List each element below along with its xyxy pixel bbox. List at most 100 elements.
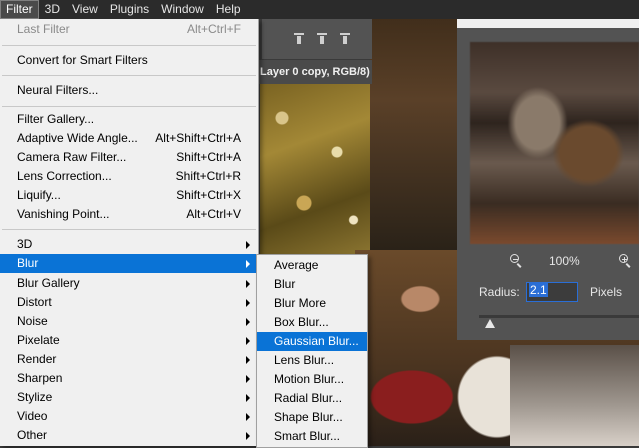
menu-item-last-filter[interactable]: Last Filter Alt+Ctrl+F [0, 20, 258, 39]
menu-item-3d[interactable]: 3D [0, 235, 258, 254]
menu-item-shortcut: Alt+Shift+Ctrl+A [155, 131, 241, 145]
submenu-item-box-blur[interactable]: Box Blur... [257, 313, 367, 332]
menu-item-render[interactable]: Render [0, 350, 258, 369]
submenu-item-label: Box Blur... [274, 315, 329, 329]
menu-item-sharpen[interactable]: Sharpen [0, 369, 258, 388]
menu-window[interactable]: Window [155, 0, 210, 19]
submenu-item-label: Blur More [274, 296, 327, 310]
menu-item-shortcut: Shift+Ctrl+A [176, 150, 241, 164]
menu-bar: Filter 3D View Plugins Window Help [0, 0, 639, 19]
menu-item-convert-smart-filters[interactable]: Convert for Smart Filters [0, 51, 258, 70]
blur-preview[interactable] [470, 42, 639, 244]
menu-item-lens-correction[interactable]: Lens Correction... Shift+Ctrl+R [0, 167, 258, 186]
radius-slider-track[interactable] [479, 315, 639, 318]
submenu-item-blur-more[interactable]: Blur More [257, 294, 367, 313]
document-tab[interactable]: Layer 0 copy, RGB/8) [257, 60, 372, 84]
menu-item-label: Sharpen [17, 371, 63, 385]
submenu-item-blur[interactable]: Blur [257, 275, 367, 294]
menu-item-label: Camera Raw Filter... [17, 150, 127, 164]
canvas-photo-van [510, 345, 639, 446]
blur-submenu: Average Blur Blur More Box Blur... Gauss… [256, 254, 368, 448]
submenu-item-lens-blur[interactable]: Lens Blur... [257, 351, 367, 370]
radius-value: 2.1 [529, 283, 548, 297]
radius-units: Pixels [590, 285, 623, 299]
menu-item-blur-gallery[interactable]: Blur Gallery [0, 274, 258, 293]
menu-item-label: Video [17, 409, 48, 423]
background-photo-top [370, 0, 460, 250]
submenu-item-label: Gaussian Blur... [274, 334, 359, 348]
menu-item-label: 3D [17, 237, 33, 251]
submenu-item-radial-blur[interactable]: Radial Blur... [257, 389, 367, 408]
menu-item-neural-filters[interactable]: Neural Filters... [0, 81, 258, 100]
menu-item-label: Stylize [17, 390, 53, 404]
menu-item-pixelate[interactable]: Pixelate [0, 331, 258, 350]
menu-item-label: Liquify... [17, 188, 61, 202]
menu-item-label: Other [17, 428, 48, 442]
menu-separator [2, 45, 256, 46]
menu-item-label: Vanishing Point... [17, 207, 110, 221]
submenu-arrow-icon [246, 413, 250, 421]
submenu-item-label: Average [274, 258, 319, 272]
menu-item-label: Distort [17, 295, 52, 309]
zoom-in-icon[interactable] [619, 254, 633, 268]
menu-item-label: Neural Filters... [17, 83, 99, 97]
menu-item-distort[interactable]: Distort [0, 293, 258, 312]
submenu-item-gaussian-blur[interactable]: Gaussian Blur... [257, 332, 367, 351]
menu-item-noise[interactable]: Noise [0, 312, 258, 331]
submenu-arrow-icon [246, 241, 250, 249]
menu-item-blur[interactable]: Blur [0, 254, 258, 273]
menu-item-stylize[interactable]: Stylize [0, 388, 258, 407]
zoom-out-icon[interactable] [510, 254, 524, 268]
menu-item-label: Blur [17, 256, 39, 270]
menu-item-adaptive-wide-angle[interactable]: Adaptive Wide Angle... Alt+Shift+Ctrl+A [0, 129, 258, 148]
submenu-arrow-icon [246, 394, 250, 402]
submenu-arrow-icon [246, 318, 250, 326]
menu-item-label: Filter Gallery... [17, 112, 95, 126]
submenu-arrow-icon [246, 260, 250, 268]
menu-item-camera-raw-filter[interactable]: Camera Raw Filter... Shift+Ctrl+A [0, 148, 258, 167]
menu-view[interactable]: View [66, 0, 104, 19]
menu-3d[interactable]: 3D [39, 0, 66, 19]
menu-item-filter-gallery[interactable]: Filter Gallery... [0, 110, 258, 129]
submenu-arrow-icon [246, 432, 250, 440]
submenu-item-label: Blur [274, 277, 296, 291]
menu-item-vanishing-point[interactable]: Vanishing Point... Alt+Ctrl+V [0, 205, 258, 224]
submenu-arrow-icon [246, 280, 250, 288]
radius-input[interactable]: 2.1 [526, 282, 578, 302]
menu-item-label: Adaptive Wide Angle... [17, 131, 138, 145]
radius-slider-thumb[interactable] [485, 319, 496, 328]
menu-separator [2, 75, 256, 76]
submenu-item-average[interactable]: Average [257, 256, 367, 275]
menu-separator [2, 229, 256, 230]
menu-item-label: Noise [17, 314, 48, 328]
submenu-item-label: Lens Blur... [274, 353, 335, 367]
align-bottom-icon[interactable] [340, 33, 350, 45]
menu-item-other[interactable]: Other [0, 426, 258, 445]
menu-item-shortcut: Alt+Ctrl+V [186, 207, 241, 221]
submenu-item-motion-blur[interactable]: Motion Blur... [257, 370, 367, 389]
zoom-level: 100% [549, 254, 580, 268]
menu-item-shortcut: Shift+Ctrl+R [175, 169, 241, 183]
menu-plugins[interactable]: Plugins [104, 0, 155, 19]
menu-item-label: Convert for Smart Filters [17, 53, 148, 67]
menu-item-video[interactable]: Video [0, 407, 258, 426]
menu-separator [2, 106, 256, 107]
radius-label: Radius: [479, 285, 520, 299]
menu-item-label: Pixelate [17, 333, 60, 347]
submenu-arrow-icon [246, 356, 250, 364]
menu-item-shortcut: Shift+Ctrl+X [176, 188, 241, 202]
align-vertical-center-icon[interactable] [317, 33, 327, 45]
menu-help[interactable]: Help [210, 0, 247, 19]
submenu-item-label: Smart Blur... [274, 429, 341, 443]
menu-item-liquify[interactable]: Liquify... Shift+Ctrl+X [0, 186, 258, 205]
menu-item-label: Last Filter [17, 22, 70, 36]
submenu-item-label: Radial Blur... [274, 391, 343, 405]
menu-filter[interactable]: Filter [0, 0, 39, 19]
gaussian-blur-dialog: Gaussian Blur 100% Radius: 2.1 Pixels [457, 0, 639, 340]
submenu-arrow-icon [246, 299, 250, 307]
submenu-item-shape-blur[interactable]: Shape Blur... [257, 408, 367, 427]
submenu-arrow-icon [246, 337, 250, 345]
canvas-photo-foliage [260, 84, 370, 254]
align-top-icon[interactable] [294, 33, 304, 45]
submenu-item-smart-blur[interactable]: Smart Blur... [257, 427, 367, 446]
